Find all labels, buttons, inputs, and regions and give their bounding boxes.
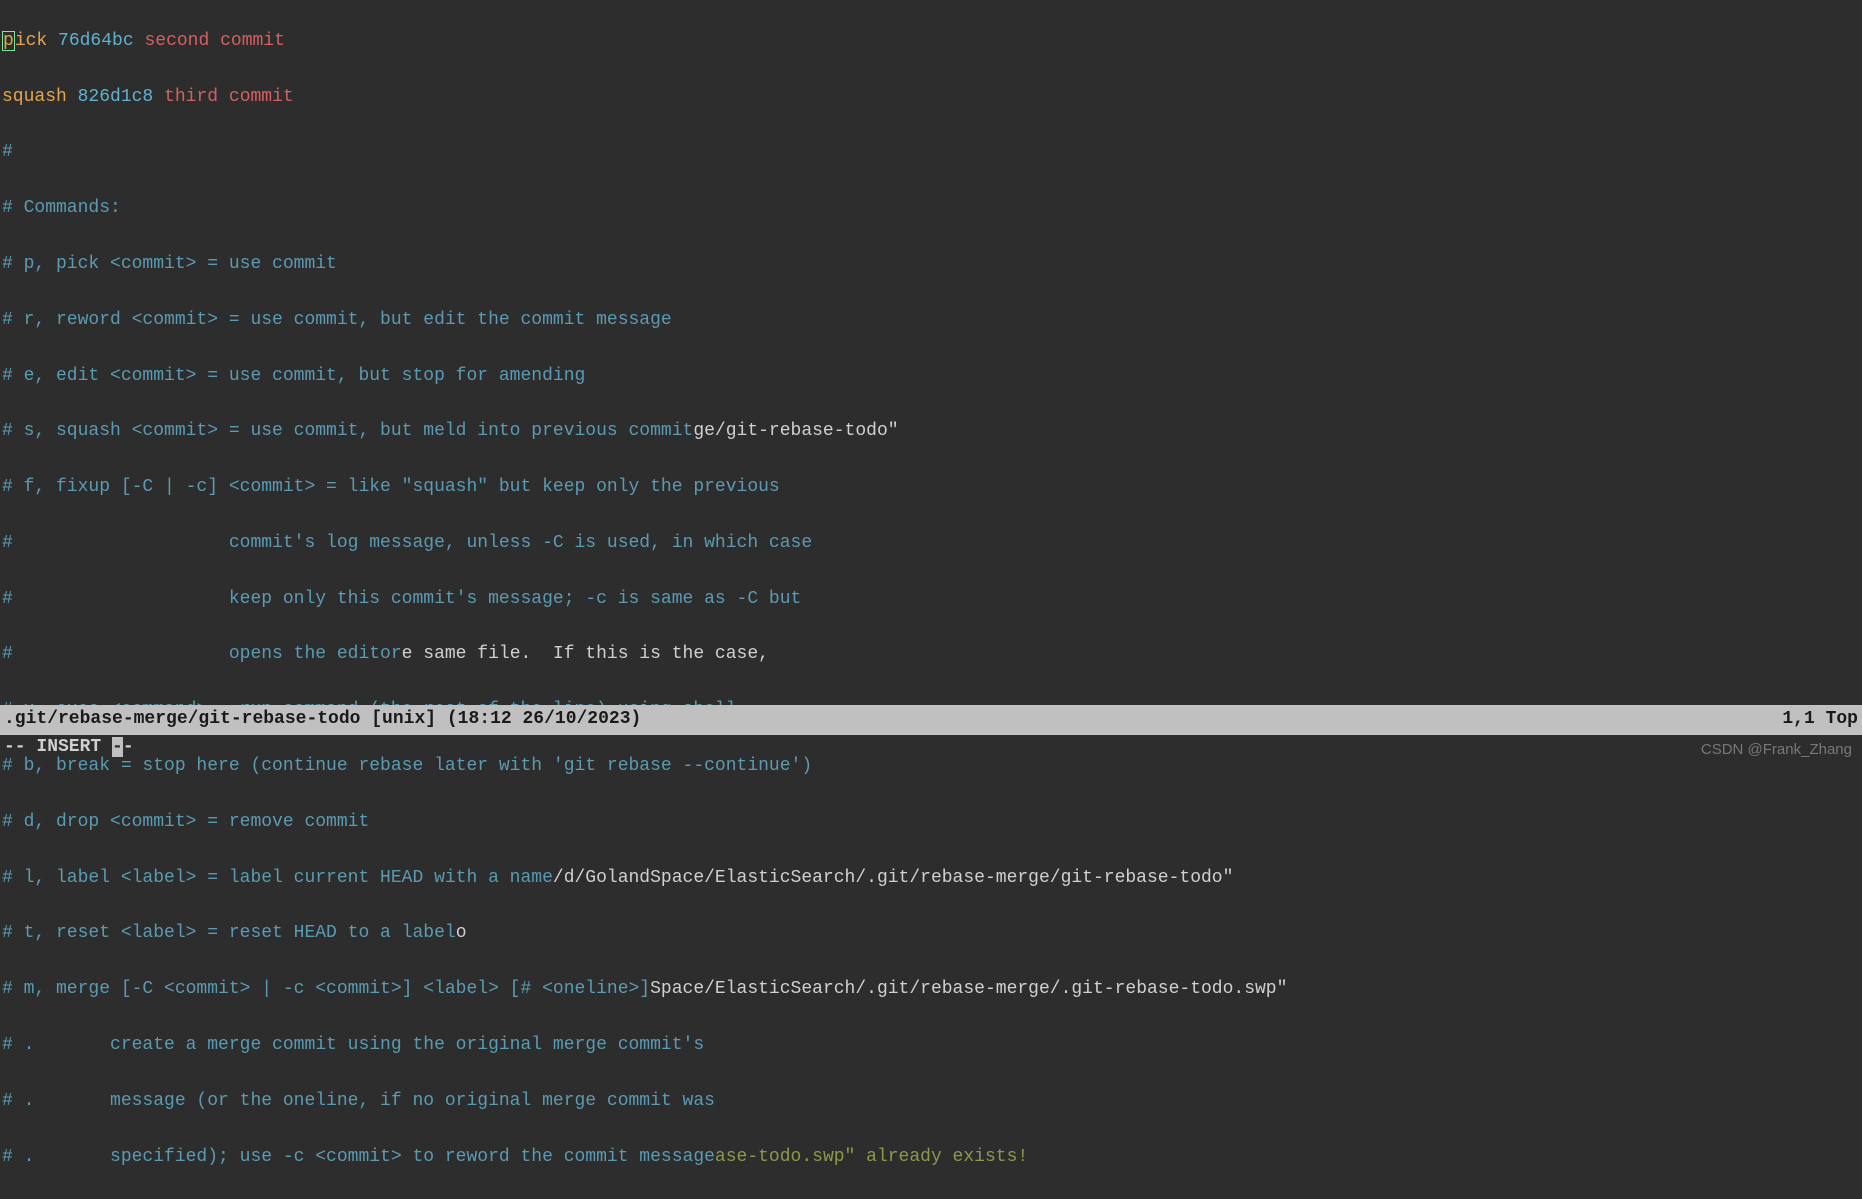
editor-line: # d, drop <commit> = remove commit bbox=[2, 809, 1860, 837]
editor-line: # t, reset <label> = reset HEAD to a lab… bbox=[2, 920, 1860, 948]
editor-line: # keep only this commit's message; -c is… bbox=[2, 586, 1860, 614]
cursor-position: p bbox=[2, 31, 15, 51]
editor-line: # p, pick <commit> = use commit bbox=[2, 251, 1860, 279]
status-file-info: .git/rebase-merge/git-rebase-todo [unix]… bbox=[4, 706, 641, 734]
editor-line: squash 826d1c8 third commit bbox=[2, 84, 1860, 112]
editor-line: pick 76d64bc second commit bbox=[2, 28, 1860, 56]
editor-line: # . message (or the oneline, if no origi… bbox=[2, 1088, 1860, 1116]
editor-line: # e, edit <commit> = use commit, but sto… bbox=[2, 363, 1860, 391]
editor-line: # l, label <label> = label current HEAD … bbox=[2, 865, 1860, 893]
editor-line: # . create a merge commit using the orig… bbox=[2, 1032, 1860, 1060]
editor-line: # r, reword <commit> = use commit, but e… bbox=[2, 307, 1860, 335]
editor-line: # commit's log message, unless -C is use… bbox=[2, 530, 1860, 558]
status-position: 1,1 Top bbox=[1782, 706, 1858, 734]
editor-line: # opens the editore same file. If this i… bbox=[2, 641, 1860, 669]
editor-line: # bbox=[2, 139, 1860, 167]
watermark: CSDN @Frank_Zhang bbox=[1701, 738, 1852, 761]
editor-line: # m, merge [-C <commit> | -c <commit>] <… bbox=[2, 976, 1860, 1004]
editor-line: # . specified); use -c <commit> to rewor… bbox=[2, 1144, 1860, 1172]
editor-line: # Commands: bbox=[2, 195, 1860, 223]
editor-line: # f, fixup [-C | -c] <commit> = like "sq… bbox=[2, 474, 1860, 502]
cursor-block: - bbox=[112, 737, 123, 757]
editor-line: # s, squash <commit> = use commit, but m… bbox=[2, 418, 1860, 446]
vim-mode-line: -- INSERT -- bbox=[0, 733, 1862, 763]
vim-status-bar: .git/rebase-merge/git-rebase-todo [unix]… bbox=[0, 705, 1862, 735]
editor-content[interactable]: pick 76d64bc second commit squash 826d1c… bbox=[0, 0, 1862, 1199]
